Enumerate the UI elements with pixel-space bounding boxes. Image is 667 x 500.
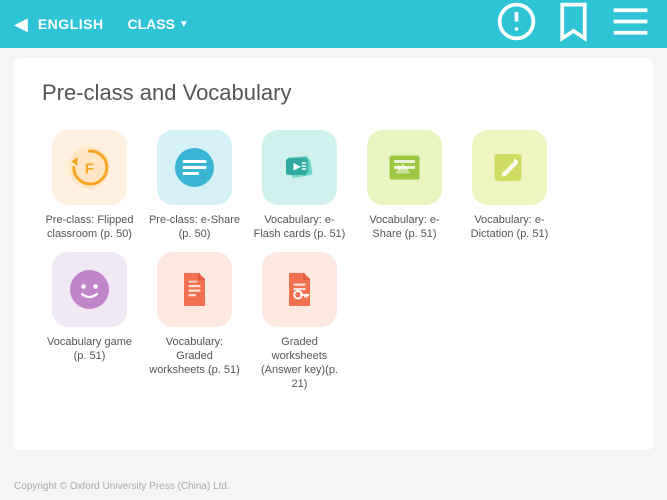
bookmark-icon[interactable] bbox=[551, 0, 596, 49]
item-eflash-label: Vocabulary: e-Flash cards (p. 51) bbox=[252, 213, 347, 242]
item-edictation-icon bbox=[472, 130, 547, 205]
notification-icon[interactable] bbox=[494, 0, 539, 49]
item-vocabgame-label: Vocabulary game (p. 51) bbox=[42, 335, 137, 364]
footer: Copyright © Oxford University Press (Chi… bbox=[14, 481, 230, 492]
item-graded-ws-answer-icon bbox=[262, 252, 337, 327]
item-graded-ws[interactable]: Vocabulary: Graded worksheets (p. 51) bbox=[147, 252, 242, 392]
class-dropdown[interactable]: CLASS ▼ bbox=[127, 16, 188, 32]
item-eflash-icon bbox=[262, 130, 337, 205]
item-flipped[interactable]: F Pre-class: Flipped classroom (p. 50) bbox=[42, 130, 137, 242]
item-edictation[interactable]: Vocabulary: e-Dictation (p. 51) bbox=[462, 130, 557, 242]
item-eshare-vocab-icon bbox=[367, 130, 442, 205]
item-eshare-preclass-icon bbox=[157, 130, 232, 205]
class-label: CLASS bbox=[127, 16, 174, 32]
item-graded-ws-label: Vocabulary: Graded worksheets (p. 51) bbox=[147, 335, 242, 378]
header-separator bbox=[114, 16, 118, 32]
item-graded-ws-answer-label: Graded worksheets (Answer key)(p. 21) bbox=[252, 335, 347, 392]
back-button[interactable]: ◀ bbox=[14, 14, 28, 35]
item-vocabgame-icon bbox=[52, 252, 127, 327]
menu-icon[interactable] bbox=[608, 0, 653, 49]
item-flipped-label: Pre-class: Flipped classroom (p. 50) bbox=[42, 213, 137, 242]
copyright-text: Copyright © Oxford University Press (Chi… bbox=[14, 481, 230, 492]
page-title: Pre-class and Vocabulary bbox=[42, 80, 625, 106]
main-content: Pre-class and Vocabulary F Pre-class: Fl… bbox=[14, 58, 653, 450]
item-edictation-label: Vocabulary: e-Dictation (p. 51) bbox=[462, 213, 557, 242]
app-header: ◀ ENGLISH CLASS ▼ bbox=[0, 0, 667, 48]
svg-text:F: F bbox=[85, 161, 94, 178]
item-eshare-vocab-label: Vocabulary: e-Share (p. 51) bbox=[357, 213, 452, 242]
item-graded-ws-icon bbox=[157, 252, 232, 327]
item-eshare-preclass-label: Pre-class: e-Share (p. 50) bbox=[147, 213, 242, 242]
header-actions bbox=[494, 0, 653, 49]
item-eflash[interactable]: Vocabulary: e-Flash cards (p. 51) bbox=[252, 130, 347, 242]
language-label: ENGLISH bbox=[38, 16, 104, 32]
item-eshare-preclass[interactable]: Pre-class: e-Share (p. 50) bbox=[147, 130, 242, 242]
chevron-down-icon: ▼ bbox=[179, 19, 189, 30]
item-graded-ws-answer[interactable]: Graded worksheets (Answer key)(p. 21) bbox=[252, 252, 347, 392]
item-eshare-vocab[interactable]: Vocabulary: e-Share (p. 51) bbox=[357, 130, 452, 242]
item-flipped-icon: F bbox=[52, 130, 127, 205]
items-grid: F Pre-class: Flipped classroom (p. 50) P… bbox=[42, 130, 625, 392]
item-vocabgame[interactable]: Vocabulary game (p. 51) bbox=[42, 252, 137, 392]
